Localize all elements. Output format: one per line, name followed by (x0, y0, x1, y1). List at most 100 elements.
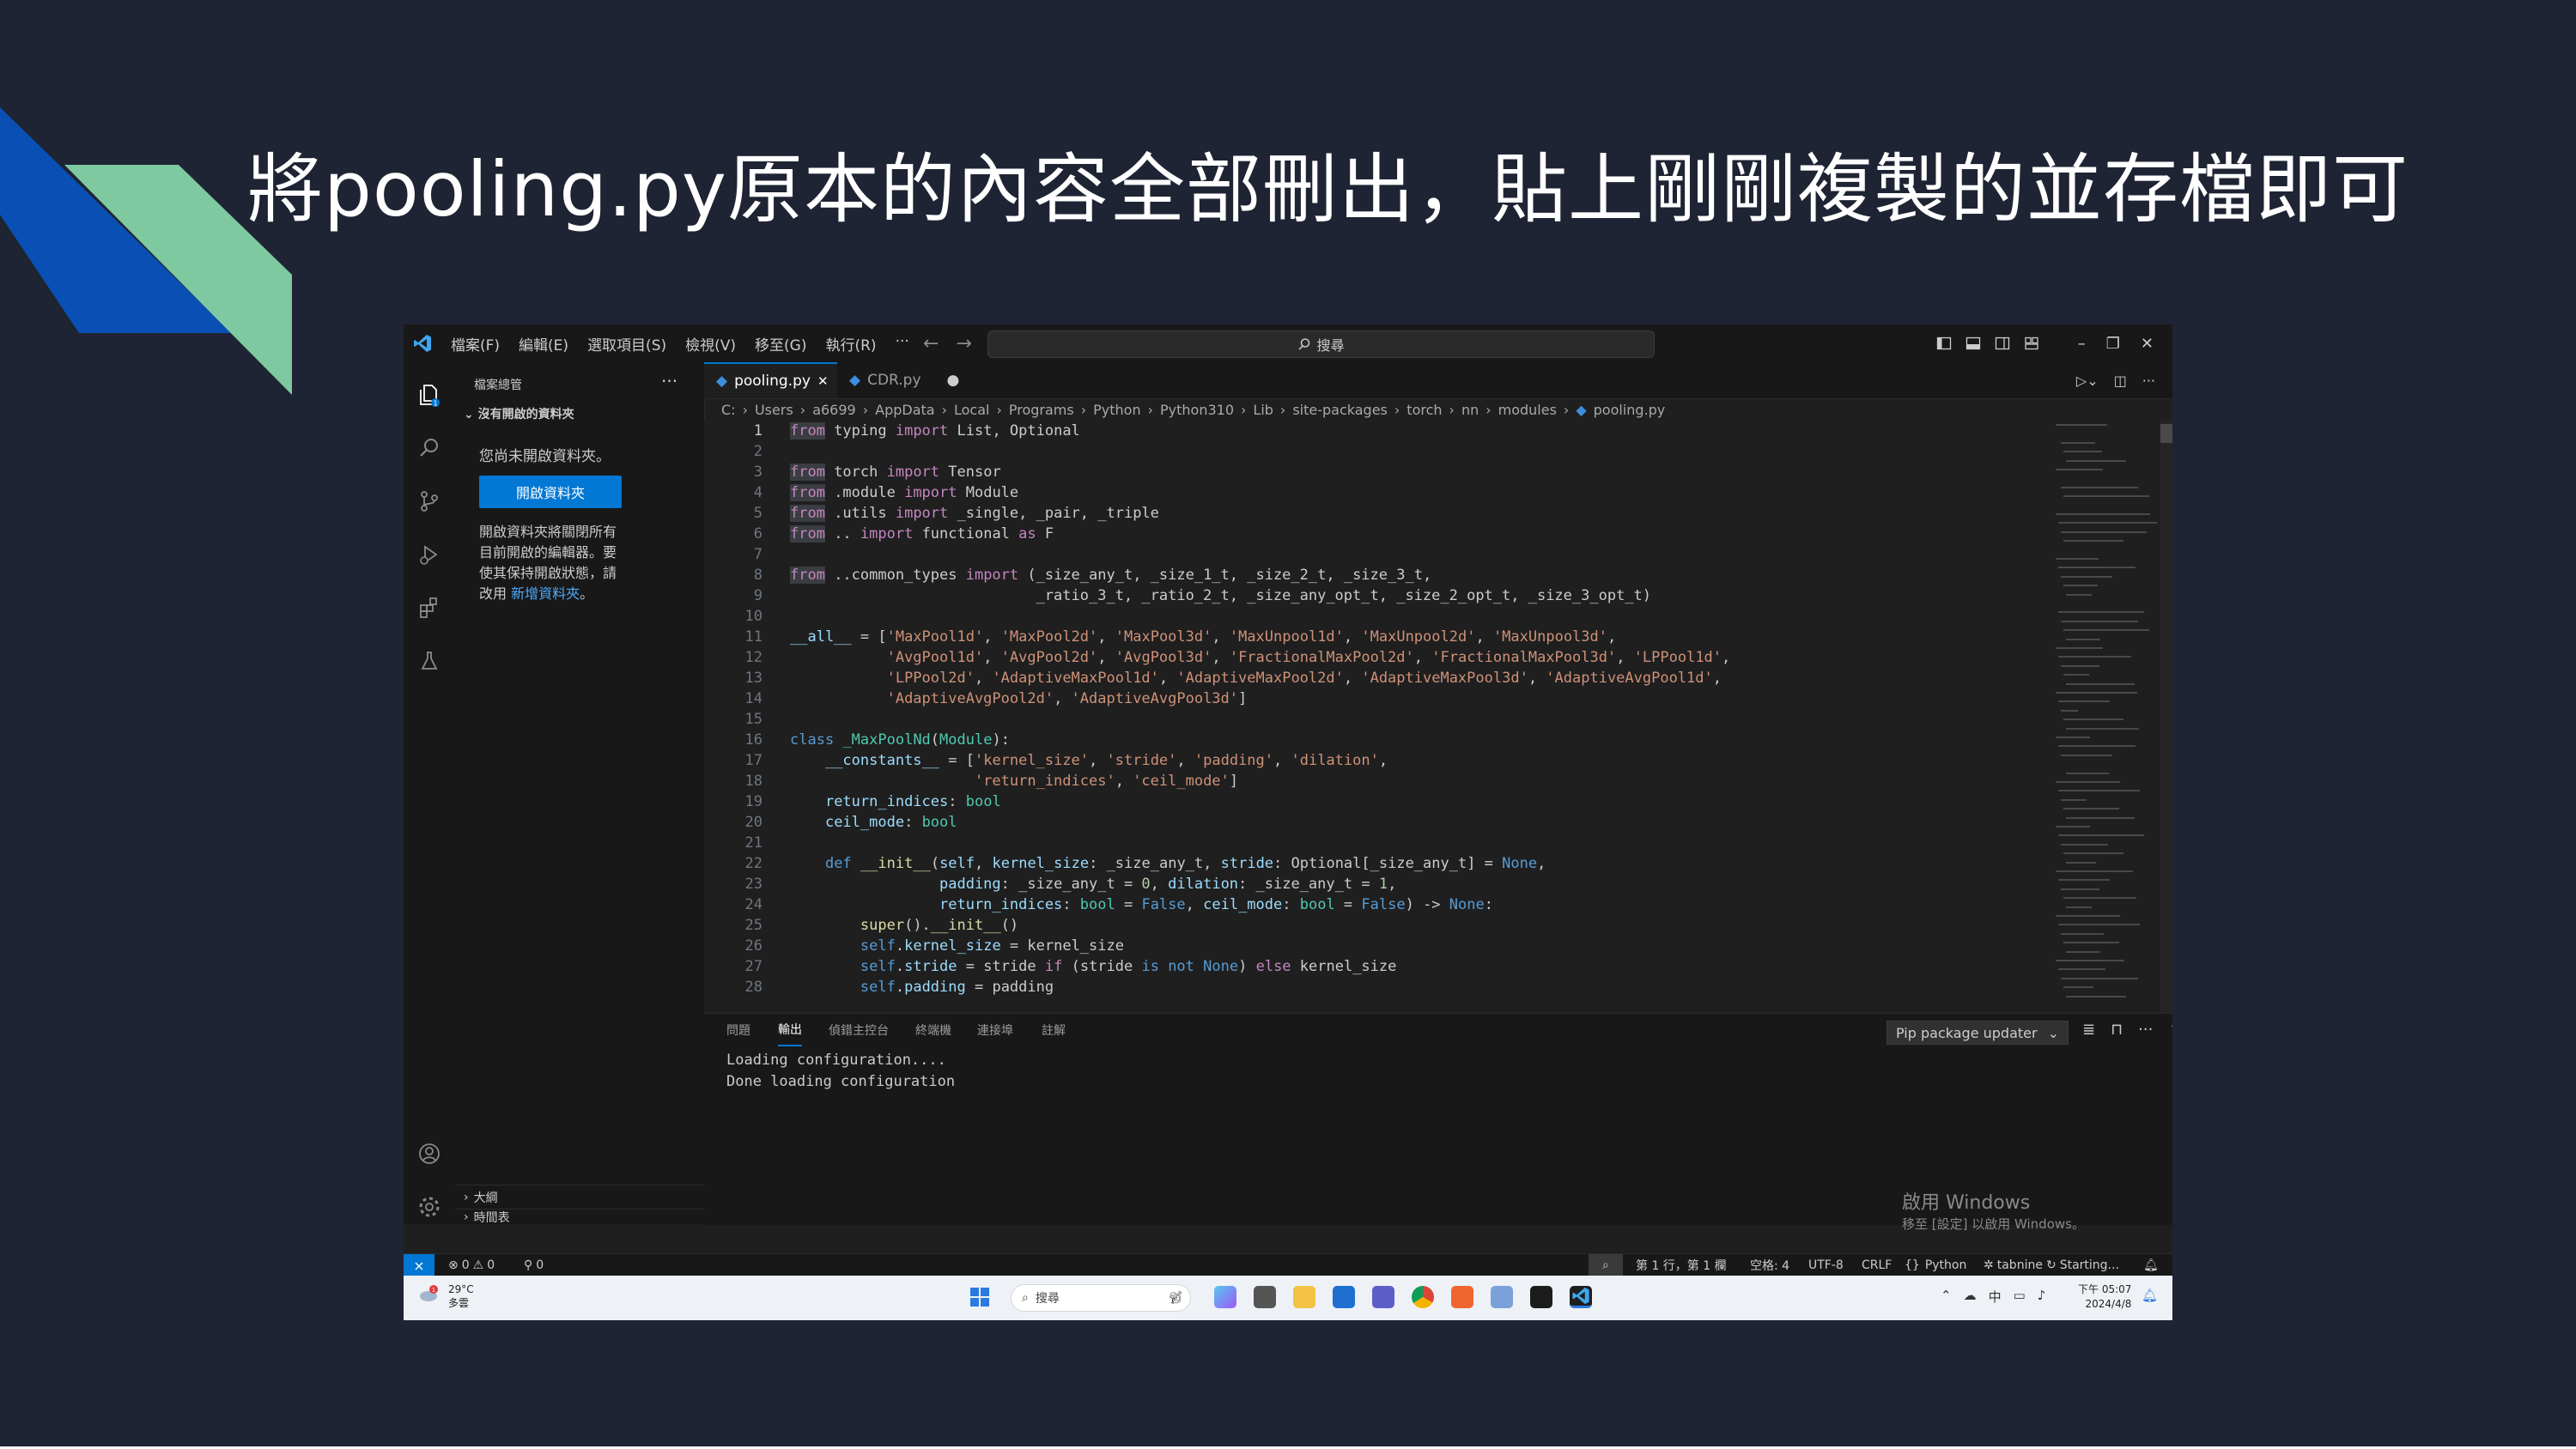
task-view-icon[interactable] (1254, 1286, 1276, 1308)
close-tab-icon[interactable]: ✕ (817, 373, 829, 389)
breadcrumb-item[interactable]: AppData (875, 402, 934, 418)
clock-date[interactable]: 2024/4/8 (2078, 1297, 2132, 1312)
panel-more-icon[interactable]: ··· (2138, 1021, 2153, 1039)
input-language[interactable]: 中 (1989, 1288, 2002, 1306)
toggle-secondary-sidebar-icon[interactable] (1995, 336, 2010, 351)
tray-cloud-icon[interactable]: ☁︎ (1964, 1288, 1977, 1306)
network-icon[interactable]: ▭ (2014, 1288, 2026, 1306)
outline-section[interactable]: › 大綱 (455, 1185, 704, 1209)
extensions-icon[interactable] (414, 592, 445, 623)
ports-status[interactable]: ⚲ 0 (524, 1254, 544, 1276)
clear-output-icon[interactable]: ≣ (2082, 1021, 2095, 1039)
breadcrumb-item[interactable]: C: (721, 402, 736, 418)
maximize-icon[interactable]: ❐ (2106, 335, 2120, 353)
tab-cdr[interactable]: ◆ CDR.py ● (837, 362, 966, 398)
menu-file[interactable]: 檔案(F) (441, 333, 509, 355)
tab-debug-console[interactable]: 偵錯主控台 (829, 1014, 889, 1046)
editor-scrollbar[interactable] (2160, 421, 2172, 1013)
code-editor[interactable]: 1 from typing import List, Optional 2 3 fr… (704, 421, 2026, 1013)
back-arrow-icon[interactable]: ← (923, 333, 939, 355)
volume-icon[interactable]: ♪ (2038, 1288, 2046, 1306)
tab-comments[interactable]: 註解 (1042, 1014, 1066, 1046)
breadcrumb-item[interactable]: nn (1461, 402, 1479, 418)
toggle-sidebar-icon[interactable] (1936, 336, 1952, 351)
menu-selection[interactable]: 選取項目(S) (578, 333, 676, 355)
customize-layout-icon[interactable] (2024, 336, 2039, 351)
open-folder-button[interactable]: 開啟資料夾 (479, 476, 622, 508)
breadcrumb-item[interactable]: Local (954, 402, 989, 418)
breadcrumb-item[interactable]: modules (1498, 402, 1557, 418)
chrome-icon[interactable] (1412, 1286, 1434, 1308)
close-window-icon[interactable]: ✕ (2141, 335, 2154, 353)
breadcrumb-item[interactable]: Users (755, 402, 793, 418)
run-file-icon[interactable]: ▷⌄ (2076, 373, 2099, 389)
tray-chevron-up-icon[interactable]: ⌃ (1941, 1288, 1952, 1306)
taskbar-search[interactable]: ⌕ 搜尋 🐒︎ (1011, 1284, 1191, 1312)
add-folder-link[interactable]: 新增資料夾 (511, 585, 580, 602)
minimap[interactable] (2052, 421, 2157, 1013)
forward-arrow-icon[interactable]: → (956, 333, 971, 355)
output-channel-select[interactable]: Pip package updater ⌄ (1886, 1021, 2069, 1045)
tab-pooling[interactable]: ◆ pooling.py ✕ (704, 362, 837, 398)
settings-gear-icon[interactable] (414, 1191, 445, 1222)
split-editor-icon[interactable]: ◫ (2114, 373, 2127, 389)
clock-time[interactable]: 下午 05:07 (2078, 1282, 2131, 1297)
toggle-panel-icon[interactable] (1965, 336, 1981, 351)
encoding[interactable]: UTF-8 (1808, 1254, 1844, 1276)
account-icon[interactable] (414, 1138, 445, 1169)
tab-output[interactable]: 輸出 (778, 1014, 802, 1046)
menu-run[interactable]: 執行(R) (816, 333, 885, 355)
zoom-icon[interactable]: ⌕ (1589, 1254, 1623, 1276)
indentation[interactable]: 空格: 4 (1750, 1254, 1789, 1276)
editor-scroll-thumb[interactable] (2160, 424, 2172, 443)
search-sidebar-icon[interactable] (414, 433, 445, 464)
cursor-position[interactable]: 第 1 行，第 1 欄 (1636, 1254, 1727, 1276)
minimize-icon[interactable]: – (2078, 335, 2086, 353)
language-mode[interactable]: {} Python (1905, 1254, 1966, 1276)
explorer-more-icon[interactable]: ··· (661, 371, 677, 391)
file-explorer-icon[interactable] (1293, 1286, 1315, 1308)
tabnine-status[interactable]: ✲ tabnine ↻ Starting... (1984, 1254, 2119, 1276)
breadcrumb-item[interactable]: torch (1406, 402, 1442, 418)
breadcrumb-item[interactable]: site-packages (1292, 402, 1388, 418)
tab-terminal[interactable]: 終端機 (915, 1014, 951, 1046)
start-windows-icon[interactable] (969, 1286, 991, 1308)
breadcrumb-item[interactable]: a6699 (812, 402, 856, 418)
menu-edit[interactable]: 編輯(E) (509, 333, 578, 355)
copilot-icon[interactable] (1214, 1286, 1236, 1308)
maximize-panel-icon[interactable]: ⌃ (2168, 1021, 2172, 1039)
breadcrumb-item[interactable]: pooling.py (1594, 402, 1666, 418)
run-debug-icon[interactable] (414, 539, 445, 570)
notifications-icon[interactable]: 🔔︎ (2143, 1254, 2159, 1276)
source-control-icon[interactable] (414, 486, 445, 517)
breadcrumb-item[interactable]: Lib (1253, 402, 1273, 418)
app-orange-icon[interactable] (1451, 1286, 1473, 1308)
explorer-icon[interactable]: 1 (414, 379, 445, 410)
problems-status[interactable]: ⊗ 0 ⚠ 0 (448, 1254, 495, 1276)
testing-flask-icon[interactable] (414, 646, 445, 676)
weather-icon[interactable]: 1 (417, 1282, 440, 1305)
tab-problems[interactable]: 問題 (726, 1014, 750, 1046)
breadcrumb-item[interactable]: Python310 (1160, 402, 1234, 418)
breadcrumb-item[interactable]: Programs (1009, 402, 1074, 418)
vscode-taskbar-icon[interactable] (1570, 1286, 1592, 1308)
menu-view[interactable]: 檢視(V) (676, 333, 745, 355)
remote-indicator-icon[interactable]: ⨯ (404, 1254, 434, 1276)
lock-scroll-icon[interactable]: ⊓ (2111, 1021, 2123, 1039)
breadcrumb-item[interactable]: Python (1093, 402, 1140, 418)
braces-icon: {} (1905, 1258, 1920, 1272)
menu-go[interactable]: 移至(G) (745, 333, 816, 355)
notification-bell-icon[interactable]: 🔔︎ (2142, 1288, 2158, 1303)
end-of-line[interactable]: CRLF (1862, 1254, 1892, 1276)
tab-ports[interactable]: 連接埠 (977, 1014, 1013, 1046)
no-folder-section[interactable]: ⌄ 沒有開啟的資料夾 (464, 405, 574, 422)
unsaved-dot-icon[interactable]: ● (947, 372, 960, 389)
command-center-search[interactable]: 搜尋 (987, 330, 1655, 358)
editor-more-icon[interactable]: ··· (2142, 373, 2155, 389)
teams-icon[interactable] (1372, 1286, 1394, 1308)
menu-more[interactable]: ··· (886, 333, 919, 355)
store-icon[interactable] (1333, 1286, 1355, 1308)
timeline-section[interactable]: › 時間表 (455, 1209, 704, 1225)
terminal-icon[interactable] (1530, 1286, 1552, 1308)
app-chart-icon[interactable] (1491, 1286, 1513, 1308)
